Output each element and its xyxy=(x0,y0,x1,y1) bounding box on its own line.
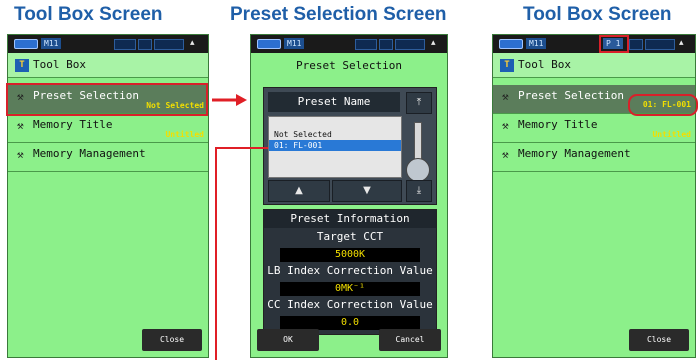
preset-info-panel: Preset Information Target CCT 5000K LB I… xyxy=(263,209,437,335)
status-slot xyxy=(645,39,675,50)
caption-left: Tool Box Screen xyxy=(14,4,163,25)
arrow-down-button[interactable]: ▼ xyxy=(332,180,402,202)
page-title: Tool Box xyxy=(33,58,86,71)
lb-index-label: LB Index Correction Value xyxy=(267,264,433,277)
memory-indicator: M11 xyxy=(526,38,547,49)
caption-middle: Preset Selection Screen xyxy=(230,4,447,25)
scroll-bottom-icon: ⤓ xyxy=(416,185,422,196)
page-title: Preset Selection xyxy=(296,59,402,72)
caption-right: Tool Box Screen xyxy=(523,4,672,25)
toolbox-icon: T xyxy=(15,58,29,72)
status-bar: M11 P 1 ▴ xyxy=(493,35,695,53)
preset-value-highlight xyxy=(628,94,698,116)
memory-indicator: M11 xyxy=(284,38,305,49)
status-slot xyxy=(138,39,152,50)
status-slot xyxy=(395,39,425,50)
title-bar: T Tool Box xyxy=(493,53,695,78)
close-button[interactable]: Close xyxy=(629,329,689,351)
wrench-icon: ⚒ xyxy=(17,119,24,132)
menu-item-label: Memory Title xyxy=(33,118,113,131)
arrow-up-button[interactable]: ▲ xyxy=(268,180,330,202)
status-bar: M11 ▴ xyxy=(251,35,447,53)
battery-icon xyxy=(499,39,523,49)
target-cct-value: 5000K xyxy=(280,248,420,262)
status-slot xyxy=(154,39,184,50)
menu-item-label: Memory Management xyxy=(33,147,146,160)
scroll-top-icon: ⤒ xyxy=(416,97,422,108)
menu-item-memory-title[interactable]: ⚒ Memory Title Untitled xyxy=(8,114,208,143)
wrench-icon: ⚒ xyxy=(17,148,24,161)
cancel-button[interactable]: Cancel xyxy=(379,329,441,351)
title-bar: T Tool Box xyxy=(8,53,208,78)
list-item[interactable]: 01: FL-001 xyxy=(269,140,401,151)
menu-item-label: Preset Selection xyxy=(518,89,624,102)
signal-icon: ▴ xyxy=(431,38,436,48)
page-title: Tool Box xyxy=(518,58,571,71)
status-slot xyxy=(629,39,643,50)
preset-indicator-highlight xyxy=(599,35,629,53)
memory-indicator: M11 xyxy=(41,38,62,49)
preset-list: Not Selected 01: FL-001 xyxy=(268,116,402,178)
toolbox-icon: T xyxy=(500,58,514,72)
list-item[interactable]: Not Selected xyxy=(269,129,401,140)
arrow-down-icon: ▼ xyxy=(363,185,371,196)
status-slot xyxy=(355,39,377,50)
target-cct-label: Target CCT xyxy=(316,230,384,243)
wrench-icon: ⚒ xyxy=(502,119,509,132)
preset-name-header: Preset Name xyxy=(268,92,400,112)
menu-item-label: Memory Management xyxy=(518,147,631,160)
preset-selection-screen: M11 ▴ Preset Selection Preset Name ⤒ Not… xyxy=(250,34,448,358)
highlight-box xyxy=(6,83,208,116)
menu-item-memory-management[interactable]: ⚒ Memory Management xyxy=(8,143,208,172)
scroll-top-button[interactable]: ⤒ xyxy=(406,92,432,114)
battery-icon xyxy=(14,39,38,49)
menu-item-memory-management[interactable]: ⚒ Memory Management xyxy=(493,143,695,172)
signal-icon: ▴ xyxy=(190,38,195,48)
menu-item-value: Untitled xyxy=(165,130,204,139)
arrow-right-icon xyxy=(212,94,247,106)
signal-icon: ▴ xyxy=(679,38,684,48)
status-bar: M11 ▴ xyxy=(8,35,208,53)
scrollbar-knob[interactable] xyxy=(406,158,430,182)
arrow-up-icon: ▲ xyxy=(295,185,303,196)
cc-index-value: 0.0 xyxy=(280,316,420,330)
close-button[interactable]: Close xyxy=(142,329,202,351)
preset-name-panel: Preset Name ⤒ Not Selected 01: FL-001 ▲ … xyxy=(263,87,437,205)
cc-index-label: CC Index Correction Value xyxy=(267,298,433,311)
toolbox-screen-right: M11 P 1 ▴ T Tool Box ⚒ Preset Selection 0… xyxy=(492,34,696,358)
status-slot xyxy=(114,39,136,50)
wrench-icon: ⚒ xyxy=(502,148,509,161)
menu-item-memory-title[interactable]: ⚒ Memory Title Untitled xyxy=(493,114,695,143)
preset-info-header: Preset Information xyxy=(264,210,436,228)
scroll-bottom-button[interactable]: ⤓ xyxy=(406,180,432,202)
menu-item-label: Memory Title xyxy=(518,118,598,131)
battery-icon xyxy=(257,39,281,49)
connector-line xyxy=(215,147,268,360)
wrench-icon: ⚒ xyxy=(502,90,509,103)
lb-index-value: 0MK⁻¹ xyxy=(280,282,420,296)
status-slot xyxy=(379,39,393,50)
menu-item-value: Untitled xyxy=(652,130,691,139)
